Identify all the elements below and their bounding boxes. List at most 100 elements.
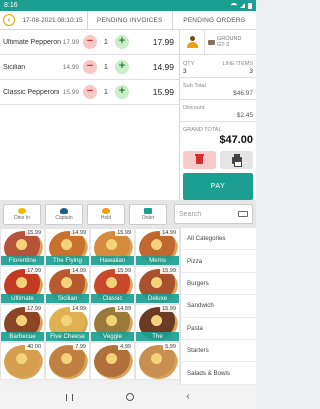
- category-starters[interactable]: Starters: [181, 340, 256, 363]
- decrease-qty-button[interactable]: −: [83, 85, 97, 99]
- increase-qty-button[interactable]: +: [115, 35, 129, 49]
- grand-total: GRAND TOTAL $47.00: [180, 122, 256, 148]
- action-row: [180, 151, 256, 169]
- product-price: 40.00: [25, 344, 43, 350]
- product-card[interactable]: 14.99 Sicilian: [45, 266, 90, 304]
- product-price: 17.99: [25, 268, 43, 274]
- product-card[interactable]: 15.99 Florentine: [0, 228, 45, 266]
- line-items-label: LINE ITEMS: [222, 61, 253, 67]
- category-sandwich[interactable]: Sandwich: [181, 295, 256, 318]
- product-price: 15.99: [160, 306, 178, 312]
- captain-label: Captain: [55, 214, 73, 221]
- product-card[interactable]: 14.99 Five Cheese: [45, 304, 90, 342]
- grand-total-value: $47.00: [219, 134, 253, 146]
- qty-label: QTY: [183, 61, 195, 67]
- order-list: Ultimate Pepperoni 17.99 − 1 + 17.99 Sic…: [0, 30, 180, 200]
- product-price: 15.99: [25, 230, 43, 236]
- search-placeholder: Search: [179, 210, 202, 218]
- order-row[interactable]: Classic Pepperoni 15.99 − 1 + 15.99: [0, 80, 179, 105]
- order-row[interactable]: Sicilian 14.99 − 1 + 14.99: [0, 55, 179, 80]
- item-total: 17.99: [152, 37, 174, 47]
- product-card[interactable]: 5.99: [135, 342, 180, 380]
- category-pizza[interactable]: Pizza: [181, 250, 256, 273]
- category-burgers[interactable]: Burgers: [181, 273, 256, 296]
- item-total: 14.99: [152, 62, 174, 72]
- hold-button[interactable]: Hold: [87, 203, 125, 225]
- customer-button[interactable]: [180, 36, 204, 48]
- increase-qty-button[interactable]: +: [115, 85, 129, 99]
- recent-apps-icon[interactable]: [66, 393, 74, 401]
- product-price: 7.99: [73, 344, 88, 350]
- item-name: Classic Pepperoni: [3, 88, 60, 96]
- subtotal: Sub Total $46.97: [180, 78, 256, 100]
- item-name: Sicilian: [3, 63, 26, 71]
- category-all[interactable]: All Categories: [181, 228, 256, 251]
- order-row[interactable]: Ultimate Pepperoni 17.99 − 1 + 17.99: [0, 30, 179, 55]
- captain-icon: [60, 207, 68, 214]
- pay-button[interactable]: PAY: [183, 173, 253, 200]
- product-card[interactable]: 15.99 Classic: [90, 266, 135, 304]
- top-bar: ‹ 17-08-2021 08:10:15 PENDING INVOICES P…: [0, 11, 256, 30]
- product-image: [49, 345, 88, 379]
- category-salads-bowls[interactable]: Salads & Bowls: [181, 362, 256, 385]
- dine-in-button[interactable]: Dine In: [3, 203, 41, 225]
- product-price: 4.99: [118, 344, 133, 350]
- product-card[interactable]: 14.99 The Flying: [45, 228, 90, 266]
- category-pasta[interactable]: Pasta: [181, 318, 256, 340]
- product-price: 15.99: [115, 268, 133, 274]
- item-name: Ultimate Pepperoni: [3, 38, 61, 46]
- status-time: 8:16: [4, 2, 18, 9]
- product-name: The Flying: [46, 256, 89, 265]
- order-button[interactable]: Order: [129, 203, 167, 225]
- home-icon[interactable]: [125, 393, 134, 401]
- product-price: 14.99: [160, 230, 178, 236]
- product-card[interactable]: 17.99 Barbecue: [0, 304, 45, 342]
- product-price: 14.99: [115, 306, 133, 312]
- search-input[interactable]: Search: [174, 204, 253, 224]
- product-card[interactable]: 15.99 The: [135, 304, 180, 342]
- keyboard-icon[interactable]: [238, 211, 248, 217]
- product-name: Mems: [136, 256, 179, 265]
- product-name: Veggie: [91, 332, 134, 341]
- order-summary: GROUND GT-3 QTY 3 LINE ITEMS 3 Sub Total…: [180, 30, 256, 200]
- android-nav-bar: ‹: [0, 385, 256, 409]
- product-image: [139, 345, 178, 379]
- product-name: Florentine: [1, 256, 44, 265]
- product-card[interactable]: 15.99 Hawaiian: [90, 228, 135, 266]
- product-card[interactable]: 4.99: [90, 342, 135, 380]
- product-card[interactable]: 14.99 Veggie: [90, 304, 135, 342]
- line-items-value: 3: [249, 68, 253, 75]
- product-card[interactable]: 14.99 Mems: [135, 228, 180, 266]
- captain-button[interactable]: Captain: [45, 203, 83, 225]
- status-bar: 8:16: [0, 0, 256, 11]
- product-name: Hawaiian: [91, 256, 134, 265]
- product-card[interactable]: 7.99: [45, 342, 90, 380]
- grand-total-label: GRAND TOTAL: [183, 127, 222, 133]
- order-toolbar: Dine In Captain Hold Order Search: [0, 200, 256, 228]
- product-name: Classic: [91, 294, 134, 303]
- order-type[interactable]: GROUND GT-3: [204, 30, 256, 54]
- qty-value: 3: [183, 68, 187, 75]
- product-card[interactable]: 17.99 Ultimate: [0, 266, 45, 304]
- back-button[interactable]: ‹: [0, 11, 18, 29]
- product-price: 14.99: [70, 230, 88, 236]
- item-qty: 1: [104, 63, 108, 71]
- dine-in-label: Dine In: [14, 214, 30, 221]
- decrease-qty-button[interactable]: −: [83, 60, 97, 74]
- tab-pending-invoices[interactable]: PENDING INVOICES: [88, 11, 173, 29]
- item-qty: 1: [104, 88, 108, 96]
- product-card[interactable]: 15.99 Deluxe: [135, 266, 180, 304]
- tab-pending-orders[interactable]: PENDING ORDERS: [173, 11, 257, 29]
- product-image: [4, 345, 43, 379]
- system-icons: [231, 2, 252, 9]
- product-name: Deluxe: [136, 294, 179, 303]
- back-nav-icon[interactable]: ‹: [186, 392, 189, 402]
- increase-qty-button[interactable]: +: [115, 60, 129, 74]
- back-arrow-icon: ‹: [3, 14, 15, 26]
- delete-order-button[interactable]: [183, 151, 216, 169]
- discount-value: $2.45: [236, 112, 253, 119]
- product-card[interactable]: 40.00: [0, 342, 45, 380]
- decrease-qty-button[interactable]: −: [83, 35, 97, 49]
- battery-icon: [248, 2, 252, 9]
- print-button[interactable]: [220, 151, 253, 169]
